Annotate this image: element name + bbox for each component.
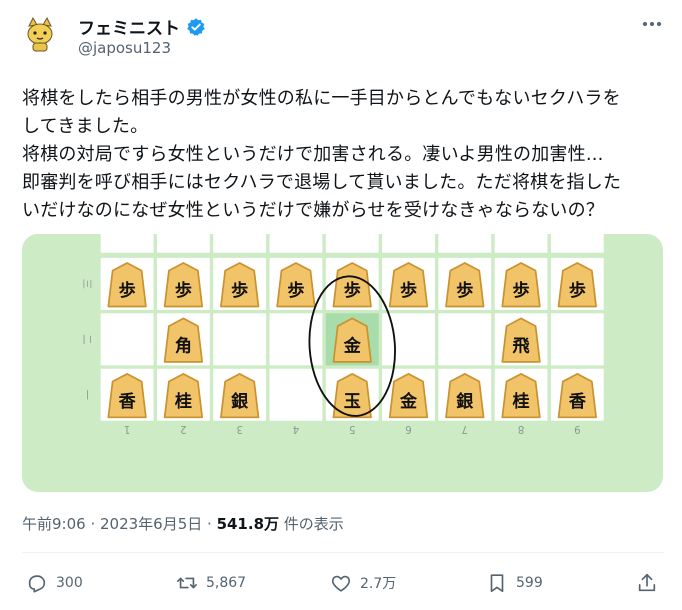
- attached-image[interactable]: 歩歩歩歩歩歩歩歩歩角金飛香桂銀玉金銀桂香三二一123456789: [22, 234, 663, 492]
- shogi-piece-label: 銀: [231, 391, 249, 412]
- display-name[interactable]: フェミニスト: [78, 14, 206, 39]
- board-cell: [269, 234, 323, 253]
- shogi-piece: 歩: [388, 262, 429, 308]
- board-cell: [382, 234, 435, 253]
- board-cell: [438, 234, 492, 253]
- reply-icon: [28, 575, 46, 593]
- file-label: 5: [349, 423, 356, 434]
- bookmark-count: 599: [516, 575, 543, 591]
- rank-label: 二: [81, 334, 92, 344]
- shogi-piece: 角: [163, 317, 204, 363]
- board-cell: [213, 234, 267, 253]
- shogi-piece-label: 歩: [344, 280, 361, 301]
- bookmark-button[interactable]: 599: [486, 572, 543, 594]
- tweet-meta: 午前9:06 · 2023年6月5日 · 541.8万 件の表示: [22, 513, 344, 534]
- shogi-piece: 歩: [557, 262, 597, 308]
- shogi-piece-label: 歩: [400, 280, 417, 301]
- shogi-piece: 歩: [276, 262, 316, 308]
- shogi-piece-label: 香: [569, 392, 587, 412]
- share-icon: [638, 573, 656, 592]
- shogi-piece: 香: [107, 372, 147, 419]
- shogi-piece: 歩: [445, 262, 485, 308]
- board-cell: [494, 234, 548, 253]
- like-button[interactable]: 2.7万: [330, 572, 396, 594]
- reply-button[interactable]: 300: [26, 572, 83, 594]
- shogi-piece-label: 歩: [175, 280, 192, 301]
- file-label: 9: [574, 423, 581, 434]
- shogi-piece-label: 金: [343, 336, 362, 357]
- shogi-piece: 金: [332, 317, 372, 363]
- avatar[interactable]: [18, 12, 62, 56]
- avatar-cat-icon: [27, 16, 53, 52]
- shogi-piece-label: 歩: [456, 280, 473, 301]
- shogi-piece: 桂: [163, 372, 204, 419]
- board-cell: [382, 313, 435, 366]
- shogi-piece-label: 歩: [231, 280, 248, 301]
- board-cell: [156, 234, 210, 253]
- shogi-piece-label: 歩: [569, 280, 586, 301]
- retweet-count: 5,867: [206, 575, 247, 591]
- share-button[interactable]: [636, 572, 658, 594]
- shogi-piece-label: 銀: [456, 391, 474, 412]
- file-label: 8: [518, 423, 525, 434]
- view-count-suffix: 件の表示: [279, 515, 344, 533]
- file-label: 2: [180, 423, 187, 434]
- retweet-button[interactable]: 5,867: [176, 572, 246, 594]
- file-label: 1: [124, 423, 131, 434]
- board-cell: [550, 313, 604, 366]
- rank-label: 三: [81, 279, 92, 289]
- view-count: 541.8万: [216, 515, 280, 533]
- shogi-piece-label: 歩: [287, 280, 304, 301]
- bookmark-icon: [490, 574, 504, 593]
- shogi-piece-label: 桂: [512, 391, 530, 412]
- heart-icon: [331, 575, 351, 592]
- file-label: 4: [293, 423, 300, 434]
- display-name-text[interactable]: フェミニスト: [78, 14, 180, 39]
- user-handle[interactable]: @japosu123: [78, 39, 171, 57]
- shogi-piece: 歩: [332, 262, 372, 308]
- file-label: 3: [236, 423, 243, 434]
- shogi-piece: 飛: [501, 317, 541, 363]
- shogi-piece: 歩: [107, 262, 147, 308]
- board-cell: [325, 234, 379, 253]
- board-cell: [550, 234, 604, 253]
- shogi-piece: 金: [388, 372, 429, 419]
- shogi-piece: 歩: [220, 262, 260, 308]
- shogi-board: 歩歩歩歩歩歩歩歩歩角金飛香桂銀玉金銀桂香三二一1 2 3 4 5 6 7 8 9: [81, 234, 604, 434]
- shogi-piece: 香: [557, 372, 597, 419]
- shogi-piece: 銀: [445, 372, 485, 419]
- board-cell: [438, 313, 492, 366]
- board-cell: [100, 234, 154, 253]
- board-cell: [213, 313, 267, 366]
- shogi-piece-label: 香: [119, 392, 137, 412]
- shogi-piece: 歩: [163, 262, 204, 308]
- verified-badge-icon: [187, 17, 205, 36]
- tweet-timestamp[interactable]: 午前9:06 · 2023年6月5日 ·: [22, 515, 217, 533]
- shogi-piece: 銀: [220, 372, 260, 419]
- board-cell: [269, 313, 323, 366]
- shogi-piece-label: 玉: [344, 392, 361, 412]
- retweet-icon: [177, 577, 197, 589]
- shogi-piece-label: 歩: [119, 280, 136, 301]
- reply-count: 300: [56, 575, 83, 591]
- rank-label: 一: [81, 390, 92, 400]
- shogi-piece: 歩: [501, 262, 541, 308]
- shogi-piece-label: 飛: [512, 337, 530, 357]
- shogi-piece: 桂: [501, 372, 541, 419]
- file-label: 7: [462, 423, 469, 434]
- shogi-piece-label: 桂: [174, 391, 192, 412]
- shogi-piece-label: 金: [399, 391, 418, 412]
- divider: [22, 552, 664, 553]
- shogi-piece-label: 角: [175, 336, 192, 357]
- more-options-icon[interactable]: [640, 12, 664, 36]
- tweet-text: 将棋をしたら相手の男性が女性の私に一手目からとんでもないセクハラを してきました…: [22, 88, 622, 221]
- like-count: 2.7万: [360, 576, 397, 592]
- file-label: 6: [405, 423, 412, 434]
- shogi-piece-label: 歩: [513, 280, 530, 301]
- board-cell: [100, 313, 154, 366]
